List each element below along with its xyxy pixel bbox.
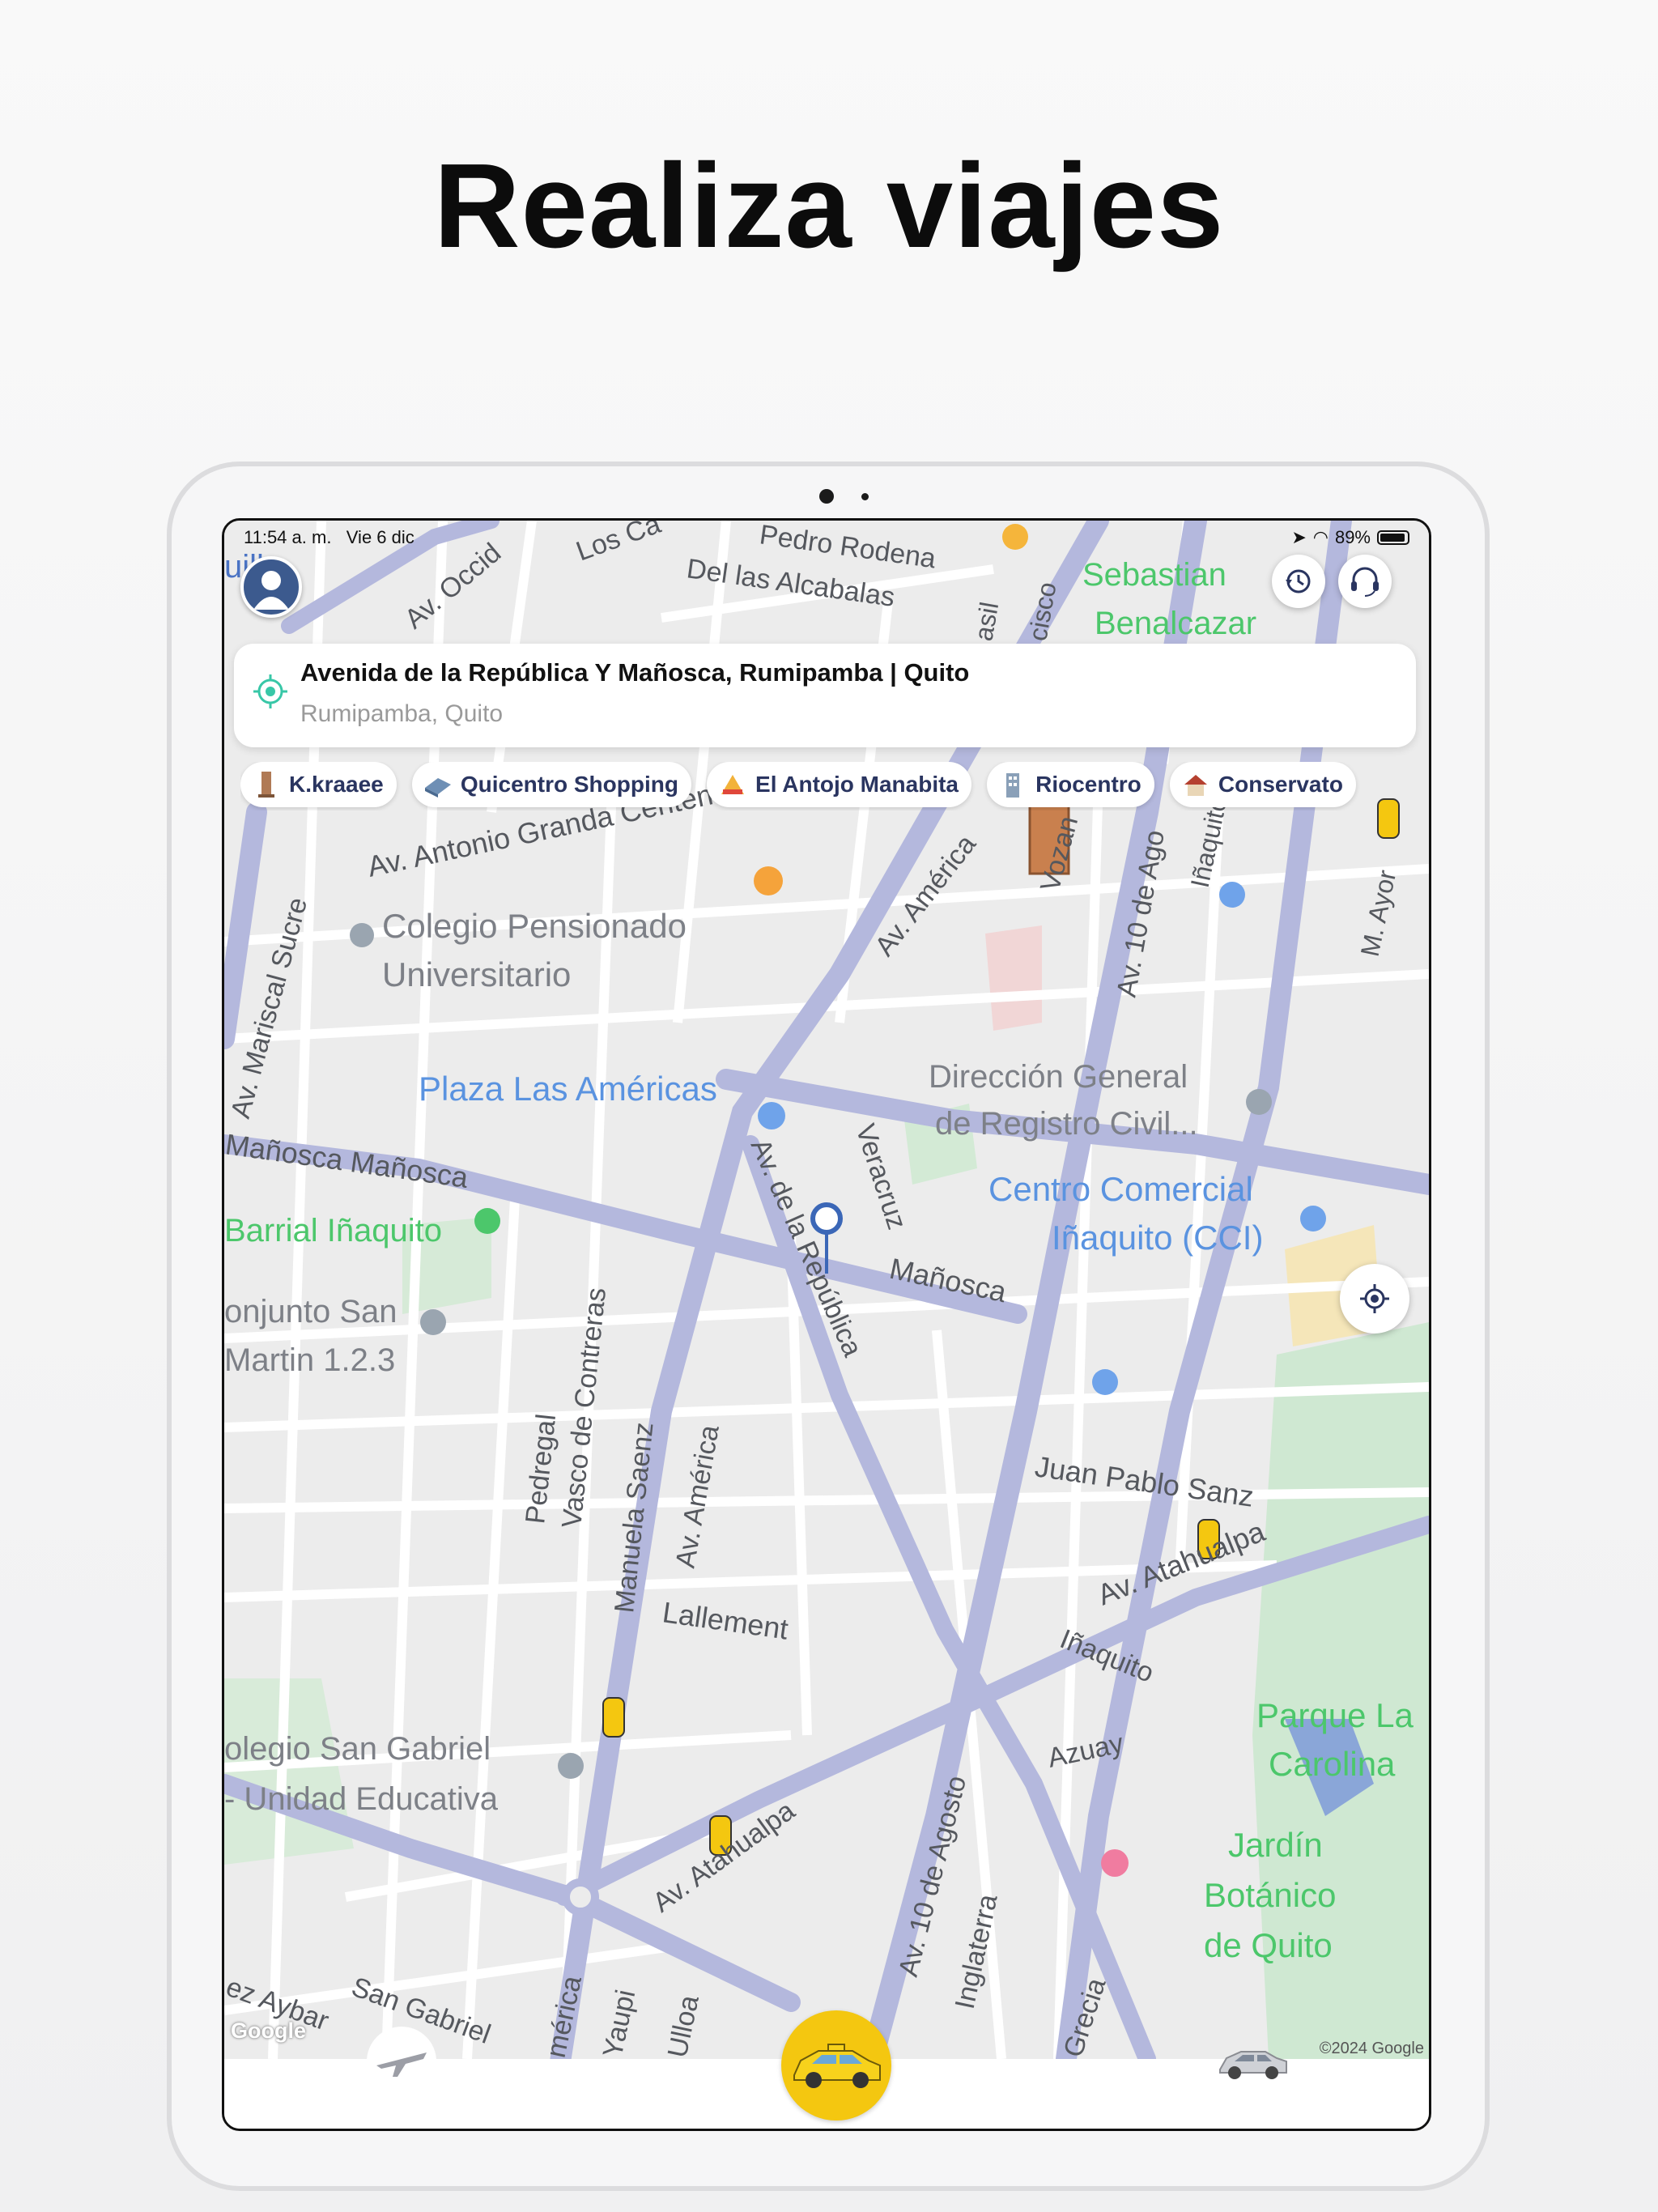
park-label: Carolina xyxy=(1269,1745,1396,1783)
place-chip-conservatorio[interactable]: Conservato xyxy=(1169,762,1356,807)
park-label: Barrial Iñaquito xyxy=(224,1213,442,1249)
history-icon xyxy=(1286,569,1311,593)
poi-label: Martin 1.2.3 xyxy=(224,1342,395,1378)
google-logo: Google xyxy=(231,2018,306,2043)
poi-label: Colegio Pensionado xyxy=(382,907,687,945)
park-label: Sebastian xyxy=(1082,557,1226,593)
poi-label: Dirección General xyxy=(929,1059,1188,1095)
park-label: Jardín xyxy=(1228,1826,1323,1864)
headset-icon xyxy=(1351,567,1379,597)
battery-percent: 89% xyxy=(1334,527,1371,547)
place-chip-kkraaee[interactable]: K.kraaee xyxy=(240,762,397,807)
sensor-dot xyxy=(861,493,869,500)
map-canvas[interactable]: Av. Occid Los Ca Pedro Rodena Del las Al… xyxy=(224,521,1429,2059)
history-button[interactable] xyxy=(1272,555,1325,608)
camera-dot xyxy=(819,489,834,504)
poi-label: de Registro Civil... xyxy=(935,1106,1198,1142)
status-date: Vie 6 dic xyxy=(346,527,414,547)
location-arrow-icon: ➤ xyxy=(1291,527,1307,547)
place-chip-label: K.kraaee xyxy=(289,772,384,797)
service-car-button[interactable] xyxy=(1214,2027,1291,2096)
place-chip-label: El Antojo Manabita xyxy=(755,772,959,797)
status-bar: 11:54 a. m. Vie 6 dic ➤ ◠ 89% xyxy=(244,525,1409,548)
status-time: 11:54 a. m. xyxy=(244,527,332,547)
poi-label: onjunto San xyxy=(224,1294,397,1329)
map-view[interactable]: Av. Occid Los Ca Pedro Rodena Del las Al… xyxy=(224,521,1429,2059)
page-headline: Realiza viajes xyxy=(433,139,1225,273)
address-main: Avenida de la República Y Mañosca, Rumip… xyxy=(300,658,970,687)
avatar[interactable] xyxy=(240,556,302,618)
place-chip-riocentro[interactable]: Riocentro xyxy=(987,762,1154,807)
place-chip-label: Conservato xyxy=(1218,772,1343,797)
map-copyright: ©2024 Google xyxy=(1319,2040,1424,2057)
poi-label: - Unidad Educativa xyxy=(224,1781,499,1817)
poi-label: olegio San Gabriel xyxy=(224,1731,491,1767)
commercial-area xyxy=(985,925,1042,1031)
pickup-address-card[interactable]: Avenida de la República Y Mañosca, Rumip… xyxy=(234,644,1416,747)
poi-label: Iñaquito (CCI) xyxy=(1052,1219,1263,1257)
roundabout xyxy=(562,1878,599,1916)
service-plane-button[interactable] xyxy=(367,2027,436,2096)
building-icon xyxy=(1006,773,1020,798)
place-chip-label: Quicentro Shopping xyxy=(460,772,678,797)
origin-pin-icon[interactable] xyxy=(810,1202,843,1235)
poi-label: Plaza Las Américas xyxy=(419,1070,717,1108)
user-icon xyxy=(253,571,289,610)
place-chip-el-antojo[interactable]: El Antojo Manabita xyxy=(707,762,972,807)
place-chips: K.kraaee Quicentro Shopping El Antojo Ma… xyxy=(240,762,1422,810)
poi-label: Centro Comercial xyxy=(988,1170,1253,1208)
support-button[interactable] xyxy=(1338,555,1392,608)
address-sub: Rumipamba, Quito xyxy=(300,700,504,727)
taxi-icon xyxy=(602,1697,625,1738)
place-chip-quicentro[interactable]: Quicentro Shopping xyxy=(411,762,691,807)
wifi-icon: ◠ xyxy=(1312,527,1329,547)
park-label: Parque La xyxy=(1256,1696,1414,1734)
place-chip-label: Riocentro xyxy=(1035,772,1141,797)
poi-label: Universitario xyxy=(382,955,571,993)
origin-target-icon xyxy=(253,674,287,708)
service-taxi-button[interactable] xyxy=(781,2010,891,2121)
crosshair-icon xyxy=(1360,1284,1389,1313)
battery-icon xyxy=(1377,530,1409,545)
house-icon xyxy=(1184,775,1207,796)
taxi-car-icon xyxy=(793,2044,881,2088)
tower-icon xyxy=(258,772,274,798)
app-screen: Av. Occid Los Ca Pedro Rodena Del las Al… xyxy=(222,518,1431,2131)
restaurant-logo-icon xyxy=(721,775,745,794)
mall-icon xyxy=(424,778,451,798)
car-icon xyxy=(1219,2051,1287,2079)
my-location-button[interactable] xyxy=(1340,1264,1409,1334)
park-label: de Quito xyxy=(1204,1926,1333,1964)
park-label: Benalcazar xyxy=(1095,606,1256,641)
park-label: Botánico xyxy=(1204,1876,1336,1914)
airplane-icon xyxy=(376,2052,427,2077)
